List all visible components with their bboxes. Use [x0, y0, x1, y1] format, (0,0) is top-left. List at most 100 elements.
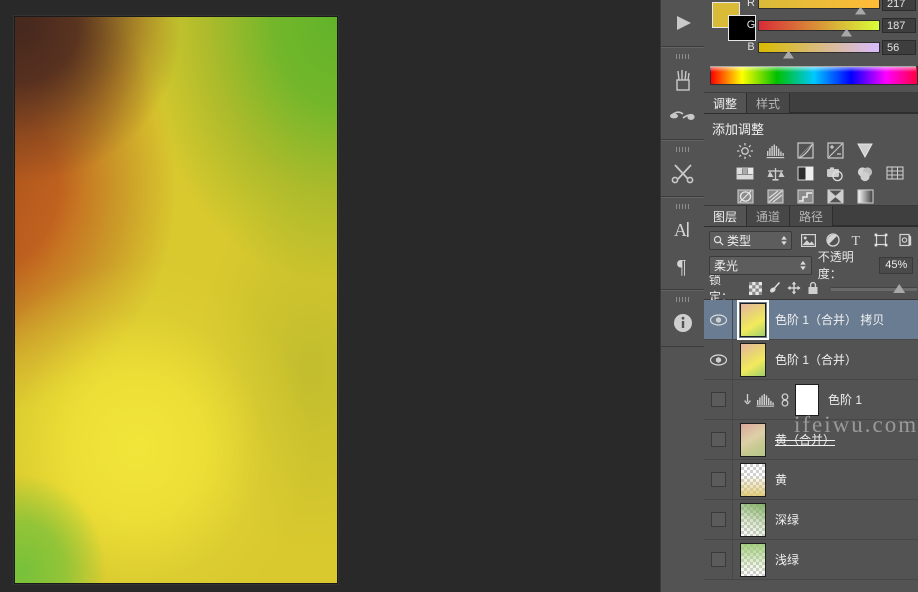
layer-name[interactable]: 色阶 1 — [828, 391, 862, 408]
dock-grip[interactable] — [676, 54, 690, 59]
tools-panel-button[interactable] — [661, 155, 705, 191]
layer-visibility-toggle[interactable] — [704, 420, 733, 459]
dock-grip[interactable] — [676, 297, 690, 302]
layer-name[interactable]: 色阶 1（合并） 拷贝 — [775, 311, 884, 328]
selective-color-button[interactable] — [824, 187, 846, 206]
add-adjustment-title: 添加调整 — [712, 122, 765, 137]
slider-thumb-r[interactable] — [855, 6, 866, 15]
layer-thumbnail[interactable] — [740, 502, 766, 537]
layer-visibility-toggle[interactable] — [704, 500, 733, 539]
slider-track-r[interactable] — [758, 0, 880, 15]
lock-position-icon — [787, 281, 801, 295]
slider-track-g[interactable] — [758, 19, 880, 37]
color-balance-button[interactable] — [764, 164, 786, 183]
tab-paths[interactable]: 路径 — [790, 206, 834, 226]
tab-channels[interactable]: 通道 — [747, 206, 791, 226]
curves-button[interactable] — [794, 141, 816, 160]
stepper-arrows-icon — [800, 260, 806, 270]
character-panel-button[interactable]: A — [661, 212, 705, 248]
gradient-map-button[interactable] — [854, 187, 876, 206]
layer-thumbnail[interactable] — [737, 299, 769, 340]
blend-mode-select[interactable]: 柔光 — [709, 255, 812, 275]
layer-thumbnail[interactable] — [740, 342, 766, 377]
table-row[interactable]: 色阶 1 — [704, 380, 918, 420]
actions-panel-button[interactable] — [661, 5, 705, 41]
vibrance-button[interactable] — [854, 141, 876, 160]
document-window[interactable] — [14, 16, 338, 584]
posterize-button[interactable] — [764, 187, 786, 206]
smart-object-filter-button[interactable] — [896, 232, 913, 249]
dock-group-actions — [661, 0, 705, 47]
layer-name[interactable]: 深绿 — [775, 511, 799, 528]
color-slider-g[interactable]: G — [744, 17, 880, 37]
dock-grip[interactable] — [676, 147, 690, 152]
color-value-b[interactable]: 56 — [882, 40, 916, 55]
layer-visibility-toggle[interactable] — [704, 380, 733, 419]
layer-visibility-toggle[interactable] — [704, 460, 733, 499]
layer-thumbnail[interactable] — [740, 542, 766, 577]
tool-presets-panel-button[interactable] — [661, 98, 705, 134]
color-slider-b[interactable]: B — [744, 39, 880, 59]
levels-button[interactable] — [764, 141, 786, 160]
tools-icon — [671, 164, 694, 184]
tab-layers[interactable]: 图层 — [704, 206, 748, 226]
layer-visibility-toggle[interactable] — [704, 300, 733, 339]
visibility-off-box[interactable] — [710, 552, 726, 567]
paragraph-panel-button[interactable]: ¶ — [661, 248, 705, 284]
layer-mask-thumbnail[interactable] — [795, 383, 819, 416]
layer-visibility-toggle[interactable] — [704, 540, 733, 579]
slider-thumb-b[interactable] — [783, 50, 794, 59]
brightness-contrast-button[interactable] — [734, 141, 756, 160]
layer-name[interactable]: 黄（合并） — [775, 431, 835, 448]
vibrance-icon — [857, 143, 873, 159]
info-panel-button[interactable] — [661, 305, 705, 341]
hue-saturation-button[interactable] — [734, 164, 756, 183]
lock-position-button[interactable] — [787, 281, 801, 296]
visibility-off-box[interactable] — [710, 392, 726, 407]
lock-image-button[interactable] — [767, 281, 781, 296]
color-slider-r[interactable]: R — [744, 0, 880, 15]
table-row[interactable]: 黄 — [704, 460, 918, 500]
opacity-value[interactable]: 45% — [879, 256, 914, 274]
layer-name[interactable]: 黄 — [775, 471, 787, 488]
dock-grip[interactable] — [676, 204, 690, 209]
exposure-icon — [826, 142, 844, 159]
visibility-off-box[interactable] — [710, 512, 726, 527]
right-panel-column: R 217 G 187 B 56 调整 样式 添加调整 图层 通道 路径 类型 … — [704, 0, 918, 592]
layer-name[interactable]: 浅绿 — [775, 551, 799, 568]
lock-transparency-button[interactable] — [748, 281, 762, 296]
color-value-g[interactable]: 187 — [882, 18, 916, 33]
invert-button[interactable] — [734, 187, 756, 206]
pixel-filter-button[interactable] — [800, 232, 817, 249]
slider-thumb-g[interactable] — [841, 28, 852, 37]
threshold-button[interactable] — [794, 187, 816, 206]
layer-name[interactable]: 色阶 1（合并） — [775, 351, 857, 368]
layer-thumbnail[interactable] — [740, 422, 766, 457]
exposure-button[interactable] — [824, 141, 846, 160]
layer-kind-select[interactable]: 类型 — [709, 230, 792, 250]
color-value-r[interactable]: 217 — [882, 0, 916, 11]
brushes-panel-button[interactable] — [661, 62, 705, 98]
table-row[interactable]: 黄（合并） — [704, 420, 918, 460]
channel-mixer-button[interactable] — [854, 164, 876, 183]
table-row[interactable]: 色阶 1（合并） 拷贝 — [704, 299, 918, 340]
color-lookup-button[interactable] — [884, 164, 906, 183]
slider-track-b[interactable] — [758, 41, 880, 59]
adjustment-icon-grid — [704, 141, 918, 206]
layer-visibility-toggle[interactable] — [704, 340, 733, 379]
visibility-off-box[interactable] — [710, 472, 726, 487]
adjustment-filter-button[interactable] — [824, 232, 841, 249]
black-white-button[interactable] — [794, 164, 816, 183]
table-row[interactable]: 深绿 — [704, 500, 918, 540]
tab-adjustments[interactable]: 调整 — [704, 93, 748, 113]
table-row[interactable]: 浅绿 — [704, 540, 918, 580]
tab-styles[interactable]: 样式 — [747, 93, 791, 113]
table-row[interactable]: 色阶 1（合并） — [704, 340, 918, 380]
type-filter-button[interactable]: T — [848, 232, 865, 249]
photo-filter-button[interactable] — [824, 164, 846, 183]
layer-thumbnail[interactable] — [740, 462, 766, 497]
fill-slider[interactable] — [831, 281, 918, 295]
visibility-off-box[interactable] — [710, 432, 726, 447]
lock-all-button[interactable] — [806, 281, 820, 296]
shape-filter-button[interactable] — [872, 232, 889, 249]
